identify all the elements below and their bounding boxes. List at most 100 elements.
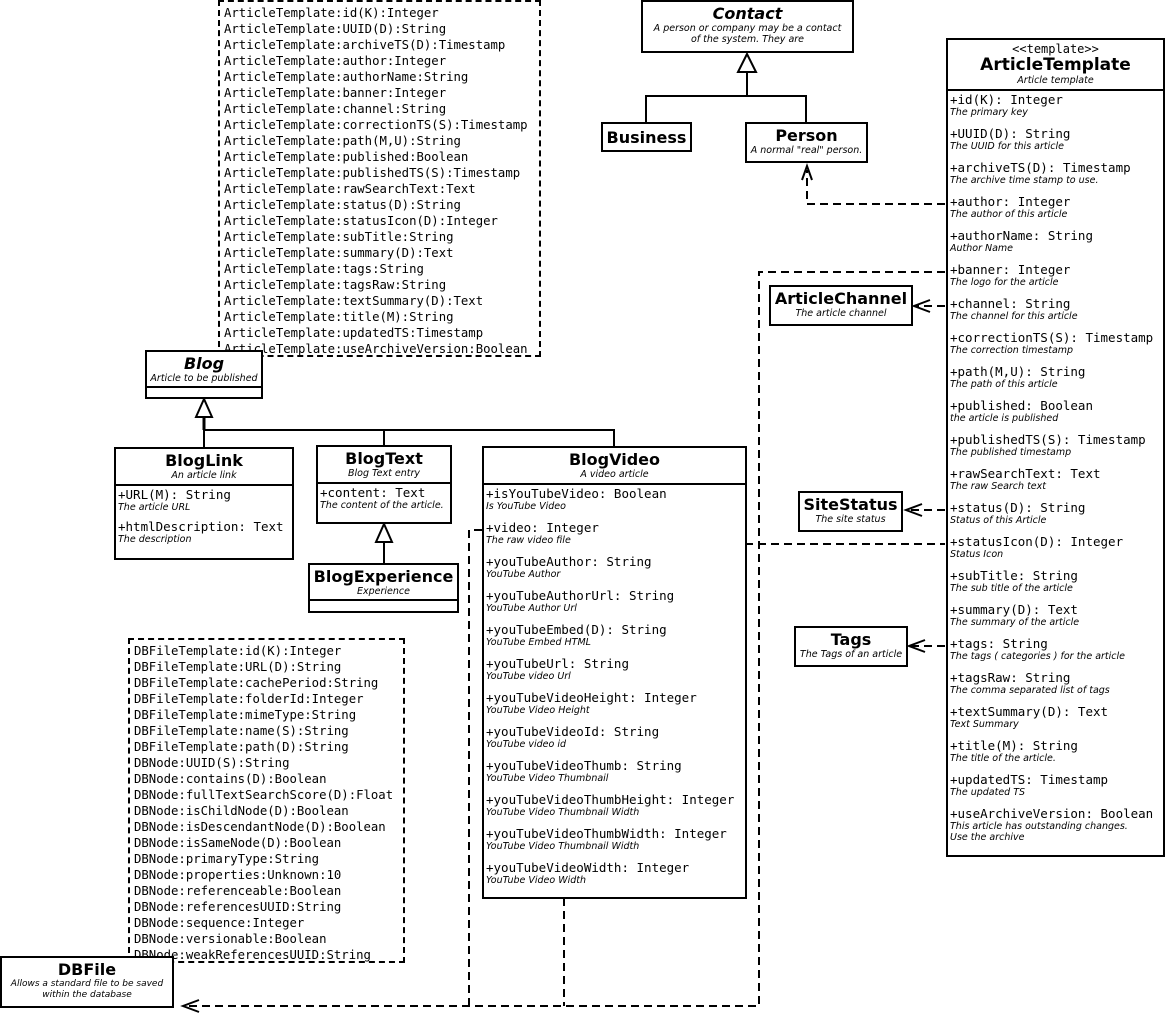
class-dbfile[interactable]: DBFile Allows a standard file to be save…	[0, 956, 174, 1008]
article-template-properties-note: ArticleTemplate:id(K):Integer ArticleTemp…	[218, 0, 541, 357]
attributes-compartment	[310, 599, 457, 607]
attribute-description: YouTube Video Thumbnail Width	[486, 807, 640, 818]
class-sitestatus[interactable]: SiteStatus The site status	[798, 491, 903, 532]
note-line: ArticleTemplate:UUID(D):String	[224, 22, 447, 36]
attribute-row: +youTubeVideoWidth: Integer YouTube Video…	[486, 861, 743, 887]
class-name: Blog	[183, 354, 225, 373]
attribute-signature: +UUID(D): String	[950, 126, 1071, 141]
class-articlechannel[interactable]: ArticleChannel The article channel	[769, 285, 913, 326]
note-line: DBFileTemplate:path(D):String	[134, 740, 349, 754]
attribute-description: The comma separated list of tags	[950, 685, 1110, 696]
note-line: DBNode:contains(D):Boolean	[134, 772, 327, 786]
class-name: BlogLink	[165, 451, 243, 470]
attribute-signature: +rawSearchText: Text	[950, 466, 1101, 481]
attribute-description: YouTube Video Width	[486, 875, 587, 886]
note-line: ArticleTemplate:rawSearchText:Text	[224, 182, 476, 196]
attribute-description: The author of this article	[950, 209, 1068, 220]
note-line: DBFileTemplate:URL(D):String	[134, 660, 342, 674]
note-line: ArticleTemplate:correctionTS(S):Timestam…	[224, 118, 528, 132]
note-line: DBNode:fullTextSearchScore(D):Float	[134, 788, 394, 802]
class-description: The article channel	[795, 308, 887, 319]
class-blog[interactable]: Blog Article to be published	[145, 350, 263, 399]
note-line: DBFileTemplate:id(K):Integer	[134, 644, 342, 658]
attribute-description: The title of the article.	[950, 753, 1056, 764]
attribute-row: +textSummary(D): Text Text Summary	[950, 705, 1161, 731]
attribute-description: The summary of the article	[950, 617, 1080, 628]
attribute-description: The logo for the article	[950, 277, 1059, 288]
attribute-signature: +publishedTS(S): Timestamp	[950, 432, 1146, 447]
class-name: BlogVideo	[568, 450, 660, 469]
class-name: BlogExperience	[313, 567, 454, 586]
generalization-business-contact	[645, 95, 807, 123]
attribute-signature: +youTubeVideoThumbHeight: Integer	[486, 792, 735, 807]
class-description: A video article	[580, 469, 649, 480]
class-name: ArticleChannel	[774, 289, 908, 308]
attribute-signature: +youTubeVideoThumbWidth: Integer	[486, 826, 727, 841]
attributes-compartment: +URL(M): String The article URL +htmlDescr…	[116, 484, 292, 554]
class-name: Contact	[712, 4, 783, 23]
inheritance-arrow-blogtext	[374, 521, 394, 543]
attribute-row: +URL(M): String The article URL	[118, 487, 290, 514]
class-tags[interactable]: Tags The Tags of an article	[794, 626, 908, 667]
attribute-description: The correction timestamp	[950, 345, 1074, 356]
note-line: ArticleTemplate:path(M,U):String	[224, 134, 461, 148]
attribute-description: YouTube Author Url	[486, 603, 577, 614]
class-description: The Tags of an article	[799, 649, 903, 660]
note-line: ArticleTemplate:publishedTS(S):Timestamp	[224, 166, 521, 180]
attribute-description: YouTube Video Height	[486, 705, 590, 716]
note-lines: DBFileTemplate:id(K):Integer DBFileTempla…	[134, 643, 399, 963]
attribute-signature: +tagsRaw: String	[950, 670, 1071, 685]
attribute-row: +youTubeUrl: String YouTube video Url	[486, 656, 743, 683]
inheritance-arrow-blog	[194, 396, 214, 418]
class-name: DBFile	[57, 960, 117, 979]
class-name: BlogText	[345, 449, 423, 468]
attribute-signature: +video: Integer	[486, 520, 599, 535]
class-business[interactable]: Business	[601, 122, 692, 152]
class-person[interactable]: Person A normal "real" person.	[745, 122, 868, 163]
attribute-row: +tagsRaw: String The comma separated list…	[950, 670, 1161, 697]
attribute-description: The archive time stamp to use.	[950, 175, 1099, 186]
attribute-row: +content: Text The content of the article…	[320, 486, 448, 512]
note-line: ArticleTemplate:updatedTS:Timestamp	[224, 326, 484, 340]
attributes-compartment: +id(K): Integer The primary key +UUID(D): …	[948, 89, 1163, 854]
attribute-row: +channel: String The channel for this art…	[950, 297, 1161, 323]
attribute-signature: +path(M,U): String	[950, 364, 1086, 379]
attribute-signature: +URL(M): String	[118, 487, 231, 502]
note-line: DBNode:isSameNode(D):Boolean	[134, 836, 342, 850]
attribute-description: YouTube video Url	[486, 671, 571, 682]
class-description: Allows a standard file to be saved withi…	[10, 979, 164, 1000]
dependency-author-person	[806, 170, 945, 205]
attribute-row: +htmlDescription: Text The description	[118, 520, 290, 546]
attribute-row: +youTubeAuthor: String YouTube Author	[486, 555, 743, 581]
attribute-signature: +isYouTubeVideo: Boolean	[486, 486, 667, 501]
attribute-signature: +youTubeVideoThumb: String	[486, 758, 682, 773]
attribute-row: +video: Integer The raw video file	[486, 520, 743, 547]
attribute-signature: +status(D): String	[950, 500, 1086, 515]
class-bloglink[interactable]: BlogLink An article link +URL(M): String…	[114, 447, 294, 560]
note-line: ArticleTemplate:tags:String	[224, 262, 424, 276]
attribute-row: +publishedTS(S): Timestamp The published …	[950, 432, 1161, 459]
note-line: DBNode:primaryType:String	[134, 852, 320, 866]
attribute-signature: +summary(D): Text	[950, 602, 1078, 617]
attribute-signature: +author: Integer	[950, 194, 1071, 209]
class-articletemplate[interactable]: <<template>> ArticleTemplate Article tem…	[946, 38, 1165, 857]
note-line: ArticleTemplate:authorName:String	[224, 70, 469, 84]
attribute-signature: +subTitle: String	[950, 568, 1078, 583]
class-description: The site status	[815, 514, 886, 525]
class-blogvideo[interactable]: BlogVideo A video article +isYouTubeVide…	[482, 446, 747, 899]
class-contact[interactable]: Contact A person or company may be a con…	[641, 0, 854, 53]
attribute-row: +useArchiveVersion: Boolean This article …	[950, 807, 1161, 844]
attribute-signature: +youTubeUrl: String	[486, 656, 629, 671]
attribute-description: The description	[118, 534, 192, 545]
attribute-row: +isYouTubeVideo: Boolean Is YouTube Video	[486, 486, 743, 513]
class-blogexperience[interactable]: BlogExperience Experience	[308, 563, 459, 613]
attribute-description: The primary key	[950, 107, 1028, 118]
note-line: ArticleTemplate:useArchiveVersion:Boolea…	[224, 342, 528, 356]
attribute-signature: +tags: String	[950, 636, 1048, 651]
note-line: DBFileTemplate:mimeType:String	[134, 708, 357, 722]
note-line: DBNode:referenceable:Boolean	[134, 884, 342, 898]
class-blogtext[interactable]: BlogText Blog Text entry +content: Text T…	[316, 445, 452, 524]
attribute-signature: +id(K): Integer	[950, 92, 1063, 107]
attribute-row: +statusIcon(D): Integer Status Icon	[950, 535, 1161, 561]
class-name: Business	[606, 128, 687, 147]
